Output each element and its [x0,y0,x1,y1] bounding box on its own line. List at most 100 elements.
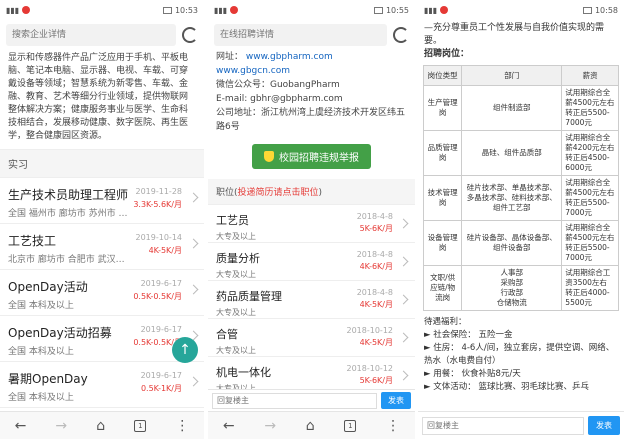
website-link-2[interactable]: www.gbgcn.com [216,66,290,76]
chevron-right-icon [188,376,199,387]
table-cell: 文职/供应链/物流岗 [422,265,463,311]
job-date: 2019-6-17 [140,279,182,288]
job-date: 2018-4-8 [356,250,393,259]
table-cell: 试用期综合全薪4200元左右 转正后4500-6000元 [561,130,619,176]
job-pay: 0.5K-0.5K/月 [133,292,182,301]
battery-icon [162,6,172,14]
job-date: 2018-10-12 [346,326,394,335]
send-button[interactable]: 发表 [588,416,620,435]
list-item[interactable]: 药品质量管理 大专及以上 2018-4-8 4K-5K/月 [208,281,415,319]
job-location: 全国 福州市 廊坊市 苏州市 大专及... [8,209,128,219]
reply-input[interactable] [422,416,584,435]
company-description: 显示和传感器件产品广泛应用于手机、平板电脑、笔记本电脑、显示器、电视、车载、可穿… [8,53,189,141]
browser-navbar: ← → ⌂ 1 ⋮ [0,411,204,439]
status-time: 10:58 [594,5,618,15]
home-icon[interactable]: ⌂ [306,418,315,434]
website-link-1[interactable]: www.gbpharm.com [246,52,333,62]
list-item[interactable]: 质量分析 大专及以上 2018-4-8 4K-6K/月 [208,243,415,281]
table-cell: 试用期综合全薪4500元左右 转正后5500-7000元 [561,220,619,266]
list-item[interactable]: 暑期OpenDay 全国 本科及以上 2019-6-17 0.5K-1K/月 [0,362,204,408]
table-row: 生产管理岗 组件制造部 试用期综合全薪4500元左右 转正后5500-7000元 [422,85,619,131]
signal-icon: ▮▮▮ [424,5,438,15]
battery-icon [582,6,592,14]
status-bar: ▮▮▮ 10:58 [418,0,624,20]
welfare-line: ► 文体活动： 篮球比赛、羽毛球比赛、乒乓 [424,382,589,392]
website-line: 网址： www.gbpharm.com www.gbgcn.com [216,52,333,76]
send-button[interactable]: 发表 [381,392,411,409]
table-cell: 设备管理岗 [422,220,463,266]
notification-icon [440,6,449,14]
job-date: 2018-4-8 [356,288,393,297]
job-date: 2019-6-17 [140,371,182,380]
table-row: 品质管理岗 晶硅、组件品质部 试用期综合全薪4200元左右 转正后4500-6000… [422,130,619,176]
phone-screen-3: ▮▮▮ 10:58 —充分尊重员工个性发展与自我价值实现的需要。 招聘岗位： 岗… [418,0,624,439]
table-row: 设备管理岗 硅片设备部、晶体设备部、组件设备部 试用期综合全薪4500元左右 转正后… [422,220,619,266]
recruit-title: 招聘岗位： [424,49,470,59]
address-line: 公司地址：浙江杭州湾上虞经济技术开发区纬五路6号 [216,108,406,132]
list-item[interactable]: 工艺员 大专及以上 2018-4-8 5K-6K/月 [208,205,415,243]
search-bar [208,20,415,50]
search-input[interactable] [214,24,387,46]
welfare-list: 待遇福利： ► 社会保险： 五险一金 ► 住房： 4-6人/间，独立套房，提供空调、… [418,313,624,397]
list-item[interactable]: 生产技术员助理工程师全国 福州市 廊坊市 苏州市 大专及...2019-11-2… [0,178,204,224]
recruit-table: 岗位类型 部门 薪资 生产管理岗 组件制造部 试用期综合全薪4500元左右 转正后5… [422,65,619,311]
status-left: ▮▮▮ [214,5,239,15]
menu-icon[interactable]: ⋮ [386,418,400,434]
status-right: 10:53 [162,6,198,15]
list-item[interactable]: 合管 大专及以上 2018-10-12 4K-5K/月 [208,319,415,357]
list-item[interactable]: OpenDay活动 全国 本科及以上 2019-6-17 0.5K-0.5K/月 [0,270,204,316]
home-icon[interactable]: ⌂ [96,418,105,434]
tabs-icon[interactable]: 1 [344,419,357,432]
job-pay: 4K-5K/月 [148,246,182,255]
job-date: 2019-6-17 [140,325,182,334]
table-cell: 硅片技术部、单晶技术部、多晶技术部、硅料技术部、组件工艺部 [461,175,563,221]
phone-screen-2: ▮▮▮ 10:55 网址： www.gbpharm.com www.gbgcn.… [208,0,415,439]
search-input[interactable] [6,24,176,46]
job-date: 2019-11-28 [135,187,183,196]
job-pay: 5K-6K/月 [359,376,393,385]
report-violation-button[interactable]: 校园招聘违规举报 [252,144,371,169]
job-location: 全国 本科及以上 [8,393,74,403]
table-cell: 人事部 采购部 行政部 仓储物流 [461,265,563,311]
job-location: 全国 本科及以上 [8,301,74,311]
chevron-right-icon [398,370,409,381]
menu-icon[interactable]: ⋮ [175,418,189,434]
contact-info: 网址： www.gbpharm.com www.gbgcn.com 微信公众号：… [208,50,415,134]
status-bar: ▮▮▮ 10:53 [0,0,204,20]
list-item[interactable]: 工艺技工北京市 廊坊市 合肥市 武汉市 福州...2019-10-144K-5K… [0,224,204,270]
table-header: 岗位类型 部门 薪资 [422,65,619,86]
refresh-icon[interactable] [393,27,409,43]
intro-text: —充分尊重员工个性发展与自我价值实现的需要。 招聘岗位： [424,23,605,59]
welfare-line: 待遇福利： [424,317,467,327]
report-button-row: 校园招聘违规举报 [208,134,415,179]
chevron-right-icon [188,192,199,203]
job-date: 2018-4-8 [356,212,393,221]
chevron-right-icon [398,256,409,267]
welfare-line: ► 住房： 4-6人/间，独立套房，提供空调、网络、热水（水电费自付） [424,343,615,366]
back-icon[interactable]: ← [223,418,235,434]
job-date: 2019-10-14 [135,233,183,242]
back-icon[interactable]: ← [15,418,27,434]
tabs-icon[interactable]: 1 [134,419,147,432]
browser-navbar: ← → ⌂ 1 ⋮ [208,411,415,439]
forward-icon[interactable]: → [264,418,276,434]
shield-icon [264,151,274,162]
forward-icon[interactable]: → [55,418,67,434]
screenshot-collage: ▮▮▮ 10:53 显示和传感器件产品广泛应用于手机、平板电脑、笔记本电脑、显示… [0,0,624,439]
section-title-internship: 实习 [0,149,204,178]
phone-screen-1: ▮▮▮ 10:53 显示和传感器件产品广泛应用于手机、平板电脑、笔记本电脑、显示… [0,0,204,439]
chevron-right-icon [188,284,199,295]
chevron-right-icon [398,332,409,343]
chevron-right-icon [188,238,199,249]
scroll-top-button[interactable]: ↑ [172,337,198,363]
table-cell: 技术管理岗 [422,175,463,221]
job-date: 2018-10-12 [346,364,394,373]
reply-bar: 发表 [208,389,415,411]
refresh-icon[interactable] [182,27,198,43]
job-location: 北京市 廊坊市 合肥市 武汉市 福州... [8,255,128,265]
table-cell: 晶硅、组件品质部 [461,130,563,176]
reply-bar: 发表 [418,411,624,439]
status-time: 10:55 [385,5,409,15]
reply-input[interactable] [212,392,377,409]
signal-icon: ▮▮▮ [214,5,228,15]
